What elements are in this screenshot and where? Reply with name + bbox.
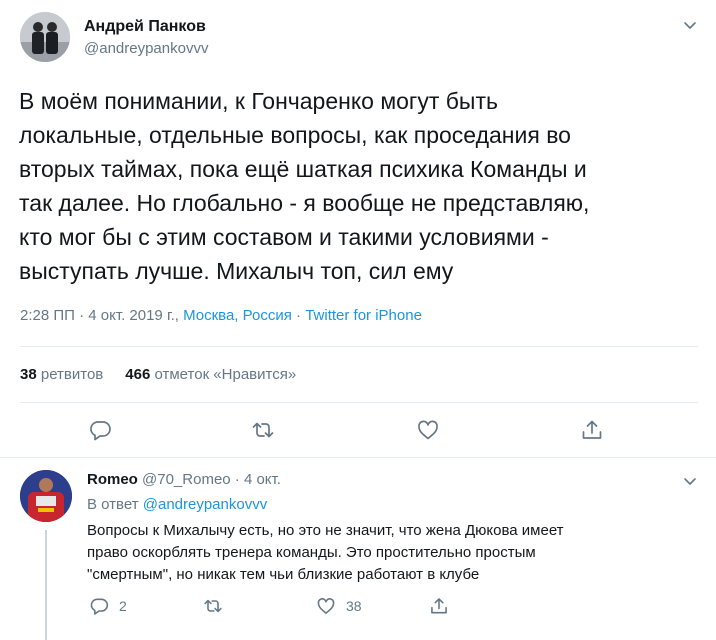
- tweet-time[interactable]: 2:28 ПП: [20, 307, 75, 324]
- likes-stat[interactable]: 466 отметок «Нравится»: [125, 366, 296, 383]
- meta-separator: ·: [74, 307, 89, 324]
- like-icon: [317, 598, 335, 614]
- tweet-source-link[interactable]: Twitter for iPhone: [305, 307, 422, 324]
- reply-author-avatar[interactable]: [20, 470, 72, 522]
- meta-separator: ·: [291, 307, 306, 324]
- tweet-date[interactable]: 4 окт. 2019 г.,: [88, 307, 179, 324]
- in-reply-handle-link[interactable]: @andreypankovvv: [143, 496, 267, 513]
- divider: [20, 402, 698, 403]
- retweets-stat[interactable]: 38 ретвитов: [20, 366, 103, 383]
- author-name[interactable]: Андрей Панков: [84, 18, 206, 36]
- caret-down-icon[interactable]: [683, 18, 697, 29]
- retweets-label: ретвитов: [40, 366, 104, 383]
- reply-icon: [90, 598, 109, 615]
- tweet-text: В моём понимании, к Гончаренко могут быт…: [19, 88, 590, 284]
- thread-line: [45, 530, 47, 640]
- reply-tweet[interactable]: Romeo @70_Romeo · 4 окт. В ответ @andrey…: [0, 458, 716, 640]
- reply-text: Вопросы к Михалычу есть, но это не значи…: [87, 522, 564, 583]
- likes-label: отметок «Нравится»: [154, 366, 297, 383]
- reply-like-button[interactable]: 38: [316, 596, 362, 616]
- reply-reply-count: 2: [119, 598, 127, 614]
- tweet-meta: 2:28 ПП · 4 окт. 2019 г., Москва, Россия…: [20, 307, 422, 324]
- share-icon[interactable]: [580, 418, 604, 442]
- author-handle[interactable]: @andreypankovvv: [84, 40, 208, 57]
- in-reply-prefix: В ответ: [87, 496, 139, 513]
- reply-like-count: 38: [346, 598, 362, 614]
- main-tweet: Андрей Панков @andreypankovvv В моём пон…: [0, 0, 716, 457]
- tweet-location-link[interactable]: Москва, Россия: [183, 307, 292, 324]
- reply-share-button[interactable]: [429, 596, 459, 616]
- author-avatar[interactable]: [20, 12, 70, 62]
- share-icon: [431, 598, 447, 614]
- tweet-stats: 38 ретвитов 466 отметок «Нравится»: [20, 366, 296, 383]
- reply-author-handle[interactable]: @70_Romeo: [142, 471, 231, 488]
- retweet-icon[interactable]: [251, 418, 275, 442]
- reply-header: Romeo @70_Romeo · 4 окт.: [87, 471, 281, 488]
- in-reply-to: В ответ @andreypankovvv: [87, 496, 267, 513]
- caret-down-icon[interactable]: [683, 474, 697, 485]
- reply-author-name[interactable]: Romeo: [87, 471, 138, 488]
- reply-date[interactable]: · 4 окт.: [235, 471, 281, 488]
- divider: [20, 346, 698, 347]
- reply-retweet-button[interactable]: [203, 596, 233, 616]
- reply-reply-button[interactable]: 2: [89, 596, 127, 616]
- like-icon[interactable]: [416, 418, 440, 442]
- reply-icon[interactable]: [88, 418, 112, 442]
- retweets-count: 38: [20, 366, 37, 383]
- likes-count: 466: [125, 366, 151, 383]
- retweet-icon: [204, 599, 222, 613]
